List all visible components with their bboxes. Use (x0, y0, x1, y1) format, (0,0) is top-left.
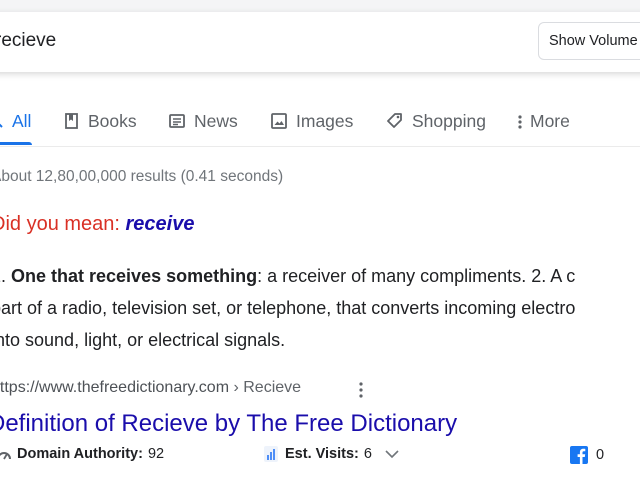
snippet-text: : a receiver of many compliments. 2. A c (257, 266, 576, 286)
result-title-link[interactable]: Definition of Recieve by The Free Dictio… (0, 410, 457, 438)
tab-label: More (530, 110, 570, 131)
tag-icon (387, 113, 402, 128)
bar-chart-icon (264, 446, 278, 462)
news-icon (169, 114, 185, 128)
did-you-mean-prefix: Did you mean: (0, 213, 126, 235)
search-tabs: All Books News Images Shopping More (0, 105, 640, 141)
tabs-divider (0, 146, 640, 147)
search-icon (0, 123, 3, 128)
facebook-count: 0 (596, 447, 605, 463)
book-icon (65, 113, 78, 129)
est-visits-label: Est. Visits: (285, 446, 359, 462)
top-band (0, 0, 640, 12)
result-domain: https://www.thefreedictionary.com (0, 379, 230, 396)
did-you-mean: Did you mean: receive (0, 213, 194, 236)
tab-news[interactable]: News (168, 105, 238, 137)
snippet-line-1: 1. One that receives something: a receiv… (0, 260, 640, 292)
snippet-line-3: into sound, light, or electrical signals… (0, 330, 286, 350)
snippet-bold: One that receives something (11, 266, 258, 286)
facebook-shares: 0 (570, 446, 604, 464)
est-visits-value: 6 (363, 446, 372, 462)
facebook-icon (570, 446, 588, 464)
show-volume-button[interactable]: Show Volume (538, 22, 640, 60)
search-input[interactable]: recieve (0, 30, 56, 52)
tab-books[interactable]: Books (64, 105, 137, 137)
tab-label: Books (88, 110, 137, 131)
snippet-number: 1. (0, 266, 7, 286)
spelling-correction-link[interactable]: receive (126, 213, 195, 235)
est-visits[interactable]: Est. Visits: 6 (264, 446, 400, 462)
result-menu-icon[interactable] (358, 381, 364, 399)
tab-shopping[interactable]: Shopping (386, 105, 486, 137)
snippet-line-2: part of a radio, television set, or tele… (0, 298, 576, 318)
result-url[interactable]: https://www.thefreedictionary.com › Reci… (0, 379, 301, 397)
tab-all[interactable]: All (0, 105, 31, 137)
tab-label: News (194, 110, 238, 131)
result-stats: About 12,80,00,000 results (0.41 seconds… (0, 168, 284, 185)
image-icon (271, 113, 287, 129)
active-tab-indicator (0, 142, 32, 145)
domain-authority-value: 92 (147, 446, 165, 462)
tab-label: Shopping (412, 110, 486, 131)
more-vert-icon (518, 115, 522, 129)
tab-images[interactable]: Images (270, 105, 353, 137)
tab-label: All (12, 110, 32, 131)
domain-authority: Domain Authority: 92 (0, 446, 164, 462)
tab-more[interactable]: More (516, 105, 570, 137)
tab-label: Images (296, 110, 354, 131)
gauge-icon (0, 452, 11, 460)
definition-snippet: 1. One that receives something: a receiv… (0, 260, 640, 356)
domain-authority-label: Domain Authority: (17, 446, 143, 462)
chevron-down-icon[interactable] (384, 449, 400, 459)
result-breadcrumb: › Recieve (229, 379, 302, 396)
